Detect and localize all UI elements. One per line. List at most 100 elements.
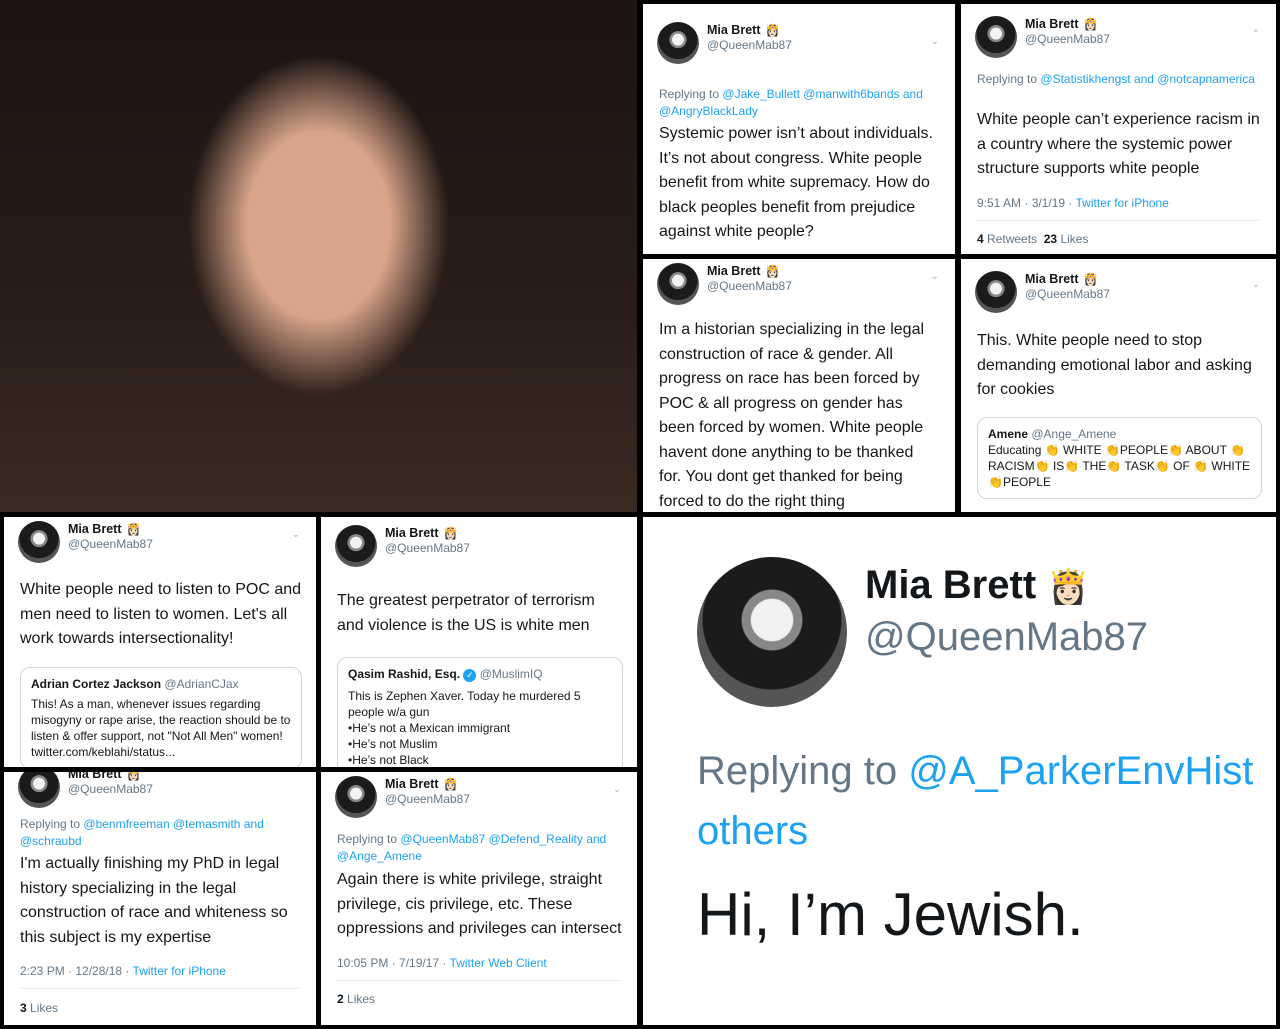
author-name[interactable]: Mia Brett: [865, 563, 1036, 607]
tweet-time[interactable]: 10:05 PM · 7/19/17 ·: [337, 956, 446, 970]
tweet-card[interactable]: Mia Brett 👸🏻 @QueenMab87 ⌄ White people …: [4, 517, 316, 767]
tweet-header: Mia Brett 👸🏻 @QueenMab87: [335, 776, 470, 818]
author-name[interactable]: Mia Brett: [68, 772, 121, 781]
chevron-down-icon[interactable]: ⌄: [931, 271, 939, 282]
crown-emoji: 👸🏻: [125, 522, 141, 536]
tweet-header: Mia Brett 👸🏻 @QueenMab87: [975, 16, 1110, 58]
quoted-tweet[interactable]: Adrian Cortez Jackson @AdrianCJax This! …: [20, 667, 302, 767]
avatar[interactable]: [697, 557, 847, 707]
tweet-text: This. White people need to stop demandin…: [977, 332, 1252, 398]
chevron-down-icon[interactable]: ⌄: [1252, 279, 1260, 290]
author-handle[interactable]: @QueenMab87: [707, 38, 792, 53]
author-handle[interactable]: @QueenMab87: [385, 541, 470, 556]
tweet-card[interactable]: Mia Brett 👸🏻 @QueenMab87 ⌄ Im a historia…: [643, 259, 955, 512]
quote-author: Amene: [988, 427, 1029, 441]
author-block: Mia Brett 👸🏻 @QueenMab87: [865, 561, 1148, 663]
quoted-tweet[interactable]: Amene @Ange_Amene Educating 👏 WHITE 👏PEO…: [977, 417, 1262, 499]
tweet-text: The greatest perpetrator of terrorism an…: [337, 592, 595, 634]
tweet-text: Systemic power isn’t about individuals. …: [659, 125, 933, 240]
likes-label[interactable]: Likes: [1060, 232, 1088, 246]
tweet-header: Mia Brett 👸🏻 @QueenMab87: [18, 772, 153, 808]
avatar[interactable]: [975, 16, 1017, 58]
quote-bullet: •He’s not Black: [348, 753, 429, 767]
tweet-text: Im a historian specializing in the legal…: [659, 321, 925, 510]
tweet-source[interactable]: Twitter Web Client: [450, 956, 547, 970]
reply-mentions[interactable]: @Statistikhengst and @notcapnamerica: [1040, 72, 1254, 86]
tweet-header: Mia Brett 👸🏻 @QueenMab87: [657, 22, 792, 64]
author-handle[interactable]: @QueenMab87: [385, 792, 470, 807]
retweets-label[interactable]: Retweets: [987, 232, 1037, 246]
tweet-card-zoomed[interactable]: Mia Brett 👸🏻 @QueenMab87 Replying to @A_…: [643, 517, 1276, 1025]
tweet-source[interactable]: Twitter for iPhone: [1076, 196, 1169, 210]
tweet-card[interactable]: Mia Brett 👸🏻 @QueenMab87 The greatest pe…: [321, 517, 637, 767]
author-name[interactable]: Mia Brett: [385, 526, 438, 540]
tweet-card[interactable]: Mia Brett 👸🏻 @QueenMab87 Replying to @be…: [4, 772, 316, 1025]
reply-others[interactable]: others: [697, 801, 808, 861]
chevron-down-icon[interactable]: ⌄: [931, 36, 939, 47]
crown-emoji: 👸🏻: [764, 23, 780, 37]
crown-emoji: 👸🏻: [442, 526, 458, 540]
author-handle[interactable]: @QueenMab87: [68, 537, 153, 552]
author-handle[interactable]: @QueenMab87: [707, 279, 792, 294]
tweet-header: Mia Brett 👸🏻 @QueenMab87: [335, 525, 470, 567]
quote-text: This is Zephen Xaver. Today he murdered …: [348, 689, 581, 719]
crown-emoji: 👸🏻: [764, 264, 780, 278]
crown-emoji: 👸🏻: [1047, 568, 1090, 606]
replying-to: Replying to @Statistikhengst and @notcap…: [977, 72, 1255, 86]
replying-to: Replying to @benmfreeman @temasmith and …: [20, 817, 264, 848]
author-name[interactable]: Mia Brett: [385, 777, 438, 791]
author-handle[interactable]: @QueenMab87: [1025, 32, 1110, 47]
tweet-card[interactable]: Mia Brett 👸🏻 @QueenMab87 ⌄ Replying to @…: [961, 4, 1276, 254]
tweet-text: White people can’t experience racism in …: [977, 111, 1260, 177]
avatar[interactable]: [18, 521, 60, 563]
quote-bullet: •He’s not a Mexican immigrant: [348, 721, 511, 735]
quote-author: Adrian Cortez Jackson: [31, 677, 162, 691]
author-name[interactable]: Mia Brett: [707, 264, 760, 278]
tweet-stats: 4 Retweets 23 Likes: [977, 232, 1089, 246]
tweet-text: I'm actually finishing my PhD in legal h…: [20, 855, 288, 946]
tweet-card[interactable]: Mia Brett 👸🏻 @QueenMab87 ⌄ Replying to @…: [643, 4, 955, 254]
quote-handle: @MuslimIQ: [479, 667, 543, 681]
reply-mentions[interactable]: @A_ParkerEnvHist: [908, 749, 1253, 793]
quoted-tweet[interactable]: Qasim Rashid, Esq. ✓ @MuslimIQ This is Z…: [337, 657, 623, 767]
chevron-down-icon[interactable]: ⌄: [613, 784, 621, 795]
author-name[interactable]: Mia Brett: [707, 23, 760, 37]
tweet-meta: 10:05 PM · 7/19/17 · Twitter Web Client: [337, 956, 547, 970]
tweet-text: Again there is white privilege, straight…: [337, 871, 622, 937]
verified-badge-icon: ✓: [463, 669, 477, 682]
tweet-source[interactable]: Twitter for iPhone: [133, 964, 226, 978]
avatar[interactable]: [975, 271, 1017, 313]
portrait-photo: [0, 0, 637, 512]
author-name[interactable]: Mia Brett: [68, 522, 121, 536]
tweet-card[interactable]: Mia Brett 👸🏻 @QueenMab87 ⌄ This. White p…: [961, 259, 1276, 512]
likes-label[interactable]: Likes: [347, 992, 375, 1006]
tweet-time[interactable]: 9:51 AM · 3/1/19 ·: [977, 196, 1072, 210]
author-handle[interactable]: @QueenMab87: [68, 782, 153, 797]
avatar[interactable]: [657, 22, 699, 64]
crown-emoji: 👸🏻: [1082, 272, 1098, 286]
tweet-card[interactable]: Mia Brett 👸🏻 @QueenMab87 ⌄ Replying to @…: [321, 772, 637, 1025]
chevron-down-icon[interactable]: ⌄: [1252, 24, 1260, 35]
likes-label[interactable]: Likes: [30, 1001, 58, 1015]
tweet-meta: 2:23 PM · 12/28/18 · Twitter for iPhone: [20, 964, 226, 978]
avatar[interactable]: [657, 263, 699, 305]
chevron-down-icon[interactable]: ⌄: [292, 529, 300, 540]
author-name[interactable]: Mia Brett: [1025, 272, 1078, 286]
tweet-stats: 2 Likes: [337, 992, 376, 1006]
author-name[interactable]: Mia Brett: [1025, 17, 1078, 31]
crown-emoji: 👸🏻: [1082, 17, 1098, 31]
tweet-header: Mia Brett 👸🏻 @QueenMab87: [975, 271, 1110, 313]
divider: [337, 980, 621, 981]
avatar[interactable]: [335, 525, 377, 567]
author-handle[interactable]: @QueenMab87: [865, 611, 1148, 663]
avatar[interactable]: [18, 772, 60, 808]
replying-to: Replying to @QueenMab87 @Defend_Reality …: [337, 832, 607, 863]
quote-author: Qasim Rashid, Esq.: [348, 667, 461, 681]
quote-handle: @AdrianCJax: [164, 677, 239, 691]
crown-emoji: 👸🏻: [125, 772, 141, 781]
avatar[interactable]: [335, 776, 377, 818]
author-handle[interactable]: @QueenMab87: [1025, 287, 1110, 302]
quote-text: Educating 👏 WHITE 👏PEOPLE👏 ABOUT 👏RACISM…: [988, 443, 1251, 489]
tweet-time[interactable]: 2:23 PM · 12/28/18 ·: [20, 964, 129, 978]
quote-handle: @Ange_Amene: [1031, 427, 1117, 441]
